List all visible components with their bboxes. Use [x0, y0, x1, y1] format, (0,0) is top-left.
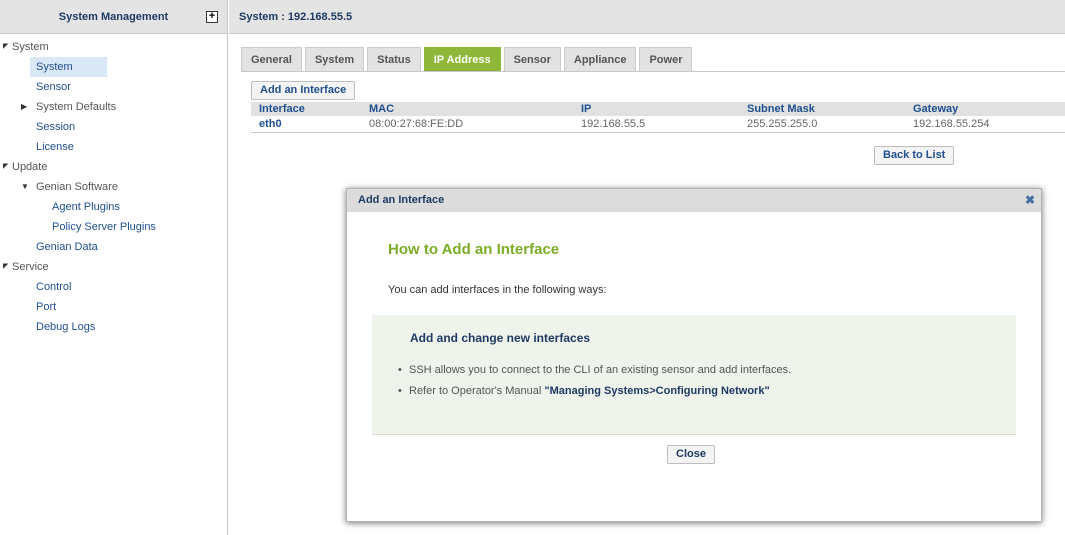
table-header-row: Interface MAC IP Subnet Mask Gateway [251, 102, 1065, 116]
column-header-subnet-mask[interactable]: Subnet Mask [739, 102, 905, 116]
tab-power[interactable]: Power [639, 47, 693, 71]
tree-item-control[interactable]: Control [0, 277, 227, 297]
tree-item-sensor[interactable]: Sensor [0, 77, 227, 97]
cell-subnet-mask: 255.255.255.0 [739, 116, 905, 133]
cell-ip: 192.168.55.5 [573, 116, 739, 133]
cell-gateway: 192.168.55.254 [905, 116, 1065, 133]
tab-system[interactable]: System [304, 47, 365, 71]
tree-item-agent-plugins[interactable]: Agent Plugins [0, 197, 227, 217]
collapse-arrow-icon: ▼ [21, 182, 29, 191]
list-item: • SSH allows you to connect to the CLI of… [398, 363, 791, 384]
dialog-heading: How to Add an Interface [388, 241, 560, 258]
tree-group-label: Update [12, 161, 48, 173]
dialog-title: Add an Interface [358, 194, 445, 206]
bullet-icon: • [398, 385, 402, 397]
method-list: • SSH allows you to connect to the CLI of… [398, 363, 791, 405]
table-row[interactable]: eth0 08:00:27:68:FE:DD 192.168.55.5 255.… [251, 116, 1065, 133]
cell-interface[interactable]: eth0 [251, 116, 361, 133]
column-header-interface[interactable]: Interface [251, 102, 361, 116]
dialog-intro-text: You can add interfaces in the following … [388, 284, 607, 296]
tree-item-system-defaults[interactable]: ▶ System Defaults [0, 97, 227, 117]
tree-item-port[interactable]: Port [0, 297, 227, 317]
tree-group-system[interactable]: ◤ System [0, 37, 227, 57]
collapse-marker-icon: ◤ [3, 43, 9, 50]
close-icon[interactable]: ✖ [1025, 189, 1035, 212]
tree-item-genian-data[interactable]: Genian Data [0, 237, 227, 257]
column-header-ip[interactable]: IP [573, 102, 739, 116]
sidebar-header: System Management + [0, 0, 227, 34]
info-box: Add and change new interfaces • SSH allow… [372, 315, 1016, 435]
list-item-text: Refer to Operator's Manual [409, 385, 545, 397]
sidebar: System Management + ◤ System System Sens… [0, 0, 228, 535]
tree-item-policy-server-plugins[interactable]: Policy Server Plugins [0, 217, 227, 237]
column-header-gateway[interactable]: Gateway [905, 102, 1065, 116]
tab-general[interactable]: General [241, 47, 302, 71]
tab-appliance[interactable]: Appliance [563, 47, 637, 71]
tree-item-debug-logs[interactable]: Debug Logs [0, 317, 227, 337]
page-title: System : 192.168.55.5 [239, 11, 353, 23]
add-interface-dialog: Add an Interface ✖ How to Add an Interfa… [346, 188, 1042, 522]
expand-icon[interactable]: + [206, 11, 218, 23]
list-item-text: SSH allows you to connect to the CLI of … [409, 364, 792, 376]
collapse-marker-icon: ◤ [3, 263, 9, 270]
tree-group-label: System [12, 41, 49, 53]
add-interface-button[interactable]: Add an Interface [251, 81, 356, 100]
bullet-icon: • [398, 364, 402, 376]
main-header: System : 192.168.55.5 [229, 0, 1065, 34]
tab-status[interactable]: Status [367, 47, 421, 71]
tree-group-service[interactable]: ◤ Service [0, 257, 227, 277]
tree-group-update[interactable]: ◤ Update [0, 157, 227, 177]
tree-item-license[interactable]: License [0, 137, 227, 157]
expand-arrow-icon: ▶ [21, 102, 28, 111]
tree-item-label: System Defaults [36, 101, 117, 113]
info-box-title: Add and change new interfaces [410, 331, 591, 345]
tab-bar: General System Status IP Address Sensor … [241, 47, 693, 71]
tab-divider [241, 71, 1065, 72]
tree-item-genian-software[interactable]: ▼ Genian Software [0, 177, 227, 197]
navigation-tree: ◤ System System Sensor ▶ System Defaults… [0, 34, 227, 337]
close-button[interactable]: Close [667, 445, 715, 464]
sidebar-title: System Management [58, 10, 169, 23]
list-item: • Refer to Operator's Manual "Managing Sy… [398, 384, 791, 405]
dialog-header: Add an Interface ✖ [347, 189, 1041, 212]
tab-sensor[interactable]: Sensor [503, 47, 561, 71]
column-header-mac[interactable]: MAC [361, 102, 573, 116]
tree-item-system[interactable]: System [30, 57, 107, 77]
collapse-marker-icon: ◤ [3, 163, 9, 170]
tree-group-label: Service [12, 261, 49, 273]
cell-mac: 08:00:27:68:FE:DD [361, 116, 573, 133]
tab-ip-address[interactable]: IP Address [423, 47, 501, 71]
tree-item-label: Genian Software [36, 181, 118, 193]
interface-table: Interface MAC IP Subnet Mask Gateway eth… [251, 102, 1065, 133]
tree-item-session[interactable]: Session [0, 117, 227, 137]
back-to-list-button[interactable]: Back to List [874, 146, 955, 165]
manual-reference: "Managing Systems>Configuring Network" [544, 385, 770, 397]
